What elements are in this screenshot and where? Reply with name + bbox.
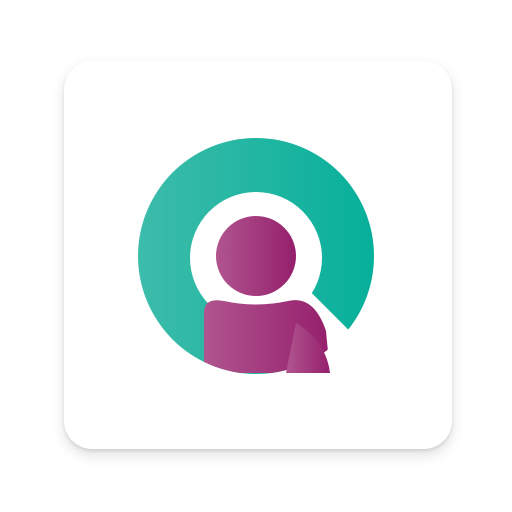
app-icon-tile[interactable] xyxy=(64,61,452,449)
person-head xyxy=(216,216,296,296)
person-search-logo-icon xyxy=(138,138,374,374)
app-icon-stage xyxy=(0,0,512,512)
